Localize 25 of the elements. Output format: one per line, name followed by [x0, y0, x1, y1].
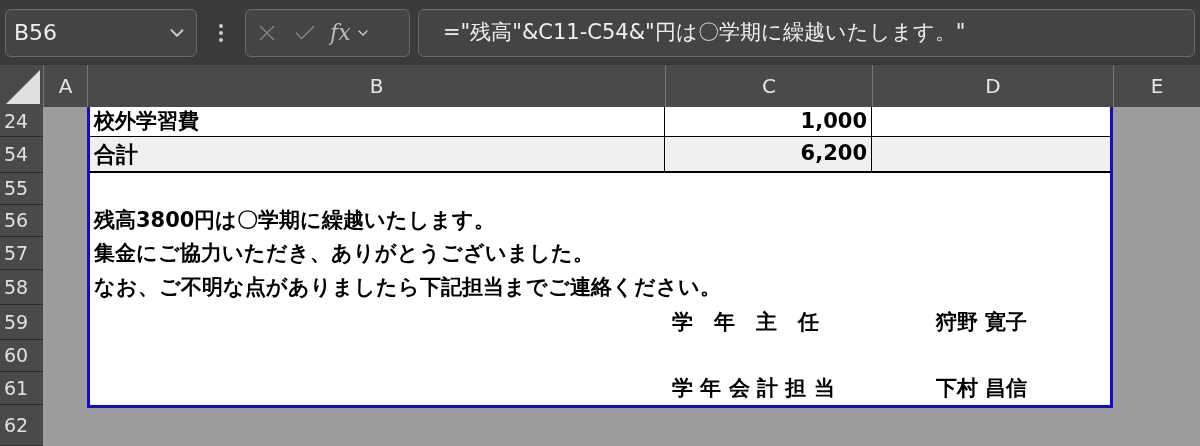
- table-cell: 校外学習費: [90, 107, 665, 136]
- signature-name: 下村 昌信: [936, 374, 1028, 402]
- row-header[interactable]: 57: [0, 237, 43, 270]
- row-header[interactable]: 54: [0, 137, 43, 173]
- table-cell: 6,200: [665, 137, 872, 171]
- name-box[interactable]: B56: [5, 8, 197, 57]
- signature-role: 学 年 主 任: [672, 308, 820, 336]
- row-header[interactable]: 60: [0, 340, 43, 372]
- note-text: なお、ご不明な点がありましたら下記担当までご連絡ください。: [94, 273, 721, 301]
- table-cell: 1,000: [665, 107, 872, 136]
- table-cell: 合計: [90, 137, 665, 171]
- formula-field[interactable]: ="残高"&C11-C54&"円は〇学期に繰越いたします。": [418, 8, 1195, 57]
- row-header[interactable]: 24: [0, 107, 43, 137]
- insert-function-button[interactable]: fx: [330, 16, 371, 49]
- row-header[interactable]: 58: [0, 270, 43, 305]
- row-header[interactable]: 59: [0, 305, 43, 340]
- signature-role: 学 年 会 計 担 当: [672, 374, 836, 402]
- triangle-icon: [6, 70, 40, 104]
- row-header[interactable]: 55: [0, 173, 43, 205]
- row-header[interactable]: 62: [0, 405, 43, 446]
- row-header[interactable]: 61: [0, 372, 43, 405]
- note-text: 残高3800円は〇学期に繰越いたします。: [94, 207, 496, 235]
- row-header[interactable]: 56: [0, 205, 43, 237]
- note-text: 集金にご協力いただき、ありがとうございました。: [94, 239, 594, 267]
- signature-name: 狩野 寛子: [936, 308, 1028, 336]
